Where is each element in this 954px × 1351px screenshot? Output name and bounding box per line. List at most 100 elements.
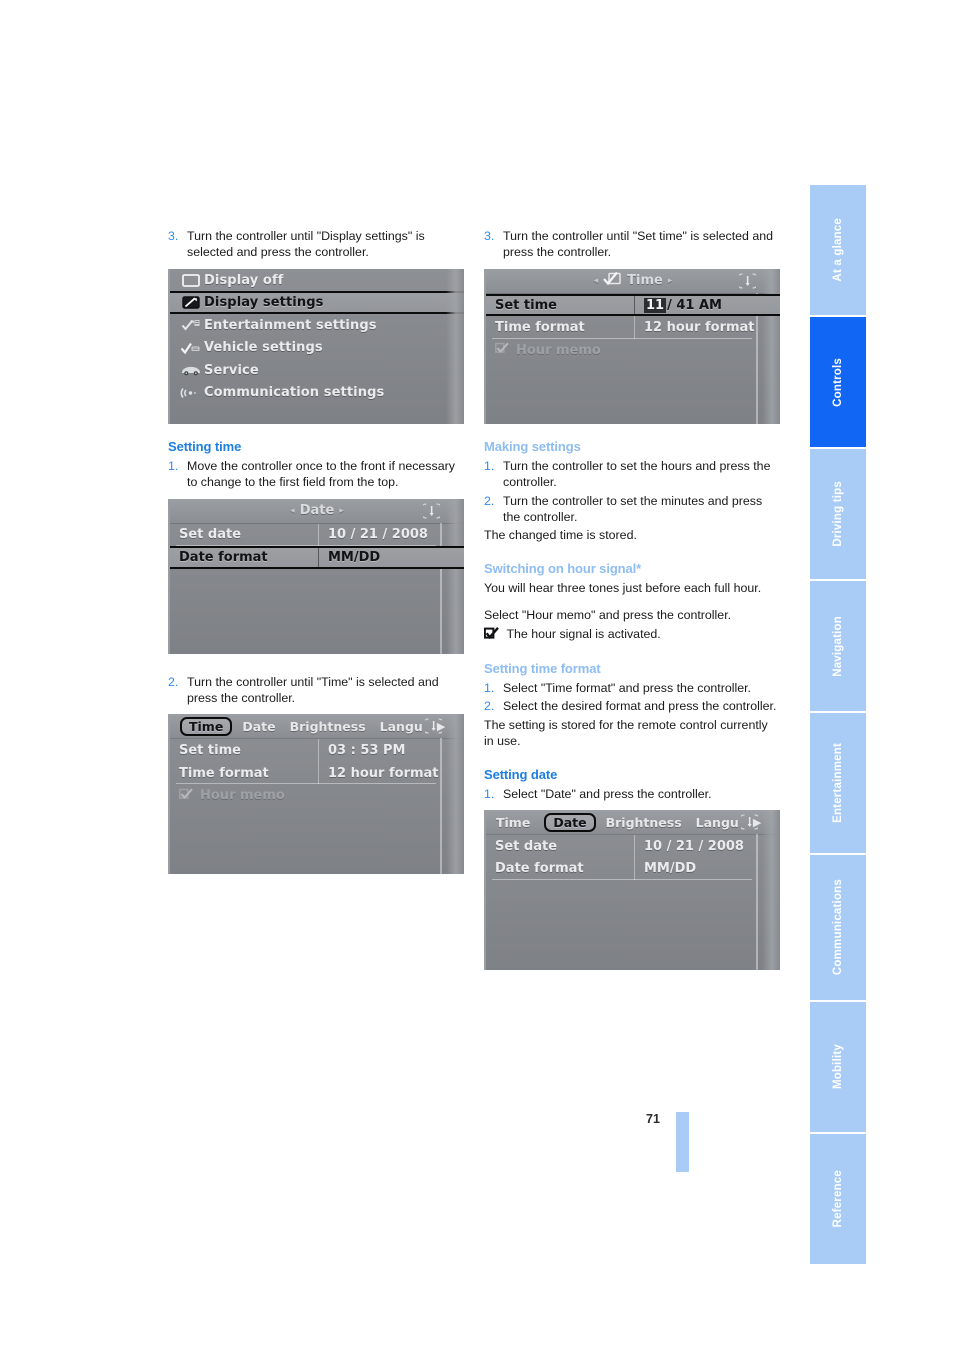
tab-language[interactable]: Langu <box>380 719 423 734</box>
tab-date[interactable]: Date <box>544 812 596 832</box>
row-key: Date format <box>495 861 584 877</box>
scroll-gutter[interactable] <box>756 834 758 971</box>
display-settings-icon <box>178 295 204 311</box>
menu-item-label: Service <box>204 362 259 378</box>
rail-tab-label: Mobility <box>832 1044 844 1090</box>
step-number: 3. <box>168 229 179 243</box>
clock-settings-icon <box>603 271 622 290</box>
rail-tab-communications[interactable]: Communications <box>810 855 866 1000</box>
row-set-time[interactable]: Set time 11 / 41 AM <box>486 293 780 317</box>
menu-item-display-off[interactable]: Display off <box>170 269 464 292</box>
page-number: 71 <box>646 1112 660 1126</box>
tab-language[interactable]: Langu <box>696 815 739 830</box>
scroll-gutter[interactable] <box>440 738 442 875</box>
row-hour-memo[interactable]: Hour memo <box>486 339 780 362</box>
menu-item-label: Communication settings <box>204 385 385 401</box>
screen-title: ◂ Date ▸ <box>290 503 344 518</box>
section-tab-rail: At a glance Controls Driving tips Naviga… <box>810 185 866 1266</box>
row-key: Date format <box>179 549 268 565</box>
rail-tab-at-a-glance[interactable]: At a glance <box>810 185 866 315</box>
tab-brightness[interactable]: Brightness <box>606 815 682 830</box>
menu-item-label: Vehicle settings <box>204 340 323 356</box>
hour-signal-para-1: You will hear three tones just before ea… <box>484 580 762 595</box>
idrive-time-tabs-screenshot: Time Date Brightness Langu ▶ Set time 03… <box>168 714 464 875</box>
row-value: 10 / 21 / 2008 <box>634 835 780 858</box>
row-set-time[interactable]: Set time 03 : 53 PM <box>170 739 464 762</box>
row-date-format[interactable]: Date format MM/DD <box>170 546 464 569</box>
rail-tab-driving-tips[interactable]: Driving tips <box>810 449 866 579</box>
time-format-step-2: 2. Select the desired format and press t… <box>484 698 780 714</box>
info-icon[interactable] <box>734 272 761 294</box>
menu-item-service[interactable]: Service <box>170 359 464 382</box>
row-underline <box>492 337 752 339</box>
row-date-format[interactable]: Date format MM/DD <box>486 857 780 881</box>
row-label: Hour memo <box>516 342 601 358</box>
entertainment-settings-icon <box>178 317 204 333</box>
menu-item-communication-settings[interactable]: Communication settings <box>170 381 464 404</box>
vehicle-settings-icon <box>178 340 204 356</box>
right-step-3: 3. Turn the controller until "Set time" … <box>484 228 780 261</box>
row-underline <box>492 879 752 881</box>
menu-item-display-settings[interactable]: Display settings <box>170 291 464 314</box>
row-set-date[interactable]: Set date 10 / 21 / 2008 <box>170 523 464 547</box>
rail-tab-label: Driving tips <box>832 481 844 547</box>
rail-tab-navigation[interactable]: Navigation <box>810 581 866 711</box>
step-text: Turn the controller to set the minutes a… <box>503 493 763 525</box>
rail-tab-reference[interactable]: Reference <box>810 1134 866 1264</box>
info-icon[interactable] <box>420 717 447 739</box>
row-set-date[interactable]: Set date 10 / 21 / 2008 <box>486 835 780 858</box>
idrive-date-tabs-screenshot: Time Date Brightness Langu ▶ Set date 10… <box>484 810 780 971</box>
heading-setting-time: Setting time <box>168 438 242 454</box>
rail-tab-label: Communications <box>832 879 844 976</box>
setting-time-step-1: 1. Move the controller once to the front… <box>168 458 464 491</box>
left-step-3: 3. Turn the controller until "Display se… <box>168 228 464 261</box>
row-time-format[interactable]: Time format 12 hour format <box>486 316 780 339</box>
tab-brightness[interactable]: Brightness <box>290 719 366 734</box>
row-time-format[interactable]: Time format 12 hour format <box>170 761 464 785</box>
idrive-main-menu-screenshot: Display off Display settings Entertainme… <box>168 268 464 424</box>
info-icon[interactable] <box>736 813 763 835</box>
tab-date[interactable]: Date <box>242 719 275 734</box>
menu-item-vehicle-settings[interactable]: Vehicle settings <box>170 336 464 359</box>
rail-tab-controls[interactable]: Controls <box>810 317 866 447</box>
tab-bar: Time Date Brightness Langu ▶ <box>486 810 780 836</box>
step-number: 1. <box>484 458 495 473</box>
figure-id-watermark: BMW <box>773 405 778 418</box>
screen-header-bar: ◂ Date ▸ <box>170 498 464 524</box>
screen-title-label: Date <box>299 503 335 519</box>
rail-tab-label: Navigation <box>832 615 844 677</box>
info-icon[interactable] <box>418 502 445 524</box>
rail-tab-entertainment[interactable]: Entertainment <box>810 713 866 853</box>
row-key: Set time <box>495 297 557 313</box>
step-text: Turn the controller to set the hours and… <box>503 458 771 490</box>
row-label: Hour memo <box>200 788 285 804</box>
scroll-gutter[interactable] <box>440 522 442 654</box>
rail-tab-label: Entertainment <box>832 743 844 823</box>
menu-list: Display off Display settings Entertainme… <box>170 269 464 404</box>
tab-time[interactable]: Time <box>496 815 530 830</box>
heading-setting-time-format: Setting time format <box>484 661 601 677</box>
tab-time[interactable]: Time <box>180 716 233 736</box>
row-hour-memo[interactable]: Hour memo <box>170 784 464 807</box>
rail-tab-mobility[interactable]: Mobility <box>810 1002 866 1132</box>
row-value: 11 / 41 AM <box>634 295 780 315</box>
figure-id-watermark: BMW <box>457 855 462 869</box>
minutes-meridiem: / 41 AM <box>667 297 722 313</box>
step-number: 1. <box>168 458 179 473</box>
checkbox-checked-icon <box>495 342 510 358</box>
hours-highlight[interactable]: 11 <box>644 297 667 313</box>
hour-signal-para-2: Select "Hour memo" and press the control… <box>484 608 732 623</box>
service-icon <box>178 362 204 378</box>
row-value: 12 hour format <box>318 761 464 785</box>
display-off-icon <box>178 272 204 288</box>
communication-settings-icon <box>178 385 204 401</box>
checkbox-checked-icon <box>483 626 503 643</box>
row-value: 10 / 21 / 2008 <box>318 523 464 547</box>
heading-switching-on-hour-signal: Switching on hour signal* <box>484 560 642 576</box>
heading-making-settings: Making settings <box>484 438 581 454</box>
idrive-set-time-screenshot: ◂ Time ▸ Set time 11 / 41 AM Time format… <box>484 268 780 424</box>
menu-item-entertainment-settings[interactable]: Entertainment settings <box>170 314 464 337</box>
idrive-date-screenshot: ◂ Date ▸ Set date 10 / 21 / 2008 Date fo… <box>168 498 464 654</box>
left-arrow-icon: ◂ <box>290 505 295 516</box>
rail-tab-label: At a glance <box>832 218 844 282</box>
